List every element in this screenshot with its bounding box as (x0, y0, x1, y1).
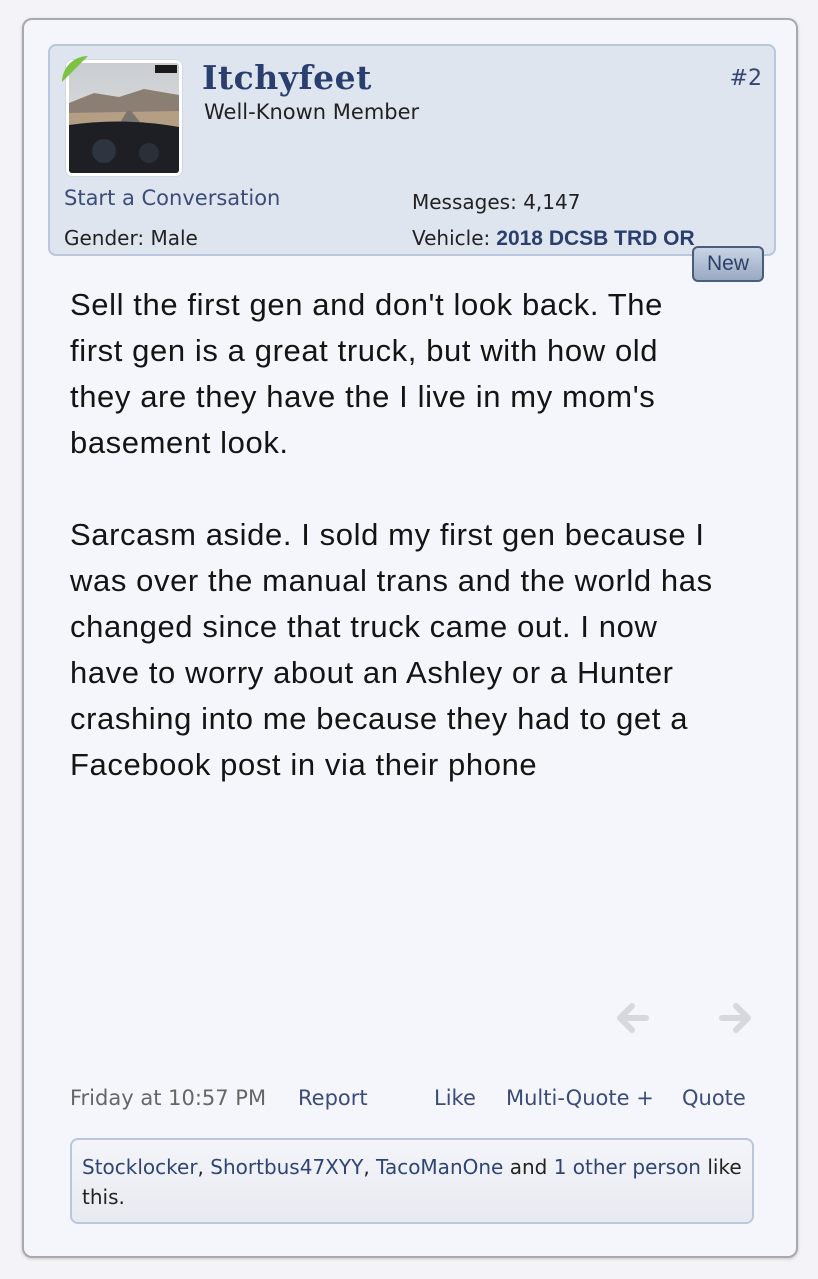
likes-summary: Stocklocker, Shortbus47XYY, TacoManOne a… (70, 1138, 754, 1224)
avatar-image (69, 63, 179, 173)
post-date[interactable]: Friday at 10:57 PM (70, 1086, 266, 1110)
other-likers-link[interactable]: 1 other (554, 1155, 626, 1179)
post-paragraph: Sell the first gen and don't look back. … (70, 287, 663, 460)
gender-label: Gender: (64, 226, 145, 250)
gender-value: Male (150, 226, 198, 250)
report-link[interactable]: Report (298, 1086, 368, 1110)
vehicle-value: 2018 DCSB TRD OR (496, 227, 695, 250)
messages-value: 4,147 (523, 190, 581, 214)
messages-label: Messages: (412, 190, 517, 214)
like-link[interactable]: Like (434, 1086, 476, 1110)
user-title: Well-Known Member (204, 100, 420, 124)
liker-link[interactable]: TacoManOne (376, 1155, 503, 1179)
username[interactable]: Itchyfeet (202, 58, 372, 97)
vehicle-field: Vehicle: 2018 DCSB TRD OR (412, 226, 695, 251)
liker-link[interactable]: Shortbus47XYY (210, 1155, 363, 1179)
arrow-right-icon[interactable] (716, 998, 756, 1038)
new-badge: New (692, 246, 764, 282)
vehicle-label: Vehicle: (412, 226, 491, 250)
liker-link[interactable]: Stocklocker (82, 1155, 198, 1179)
likes-and-text: and (503, 1155, 554, 1179)
arrow-left-icon[interactable] (612, 998, 652, 1038)
start-conversation-link[interactable]: Start a Conversation (64, 186, 280, 210)
multi-quote-link[interactable]: Multi-Quote + (506, 1086, 654, 1110)
other-likers-person-link[interactable]: person (632, 1155, 701, 1179)
quote-link[interactable]: Quote (682, 1086, 746, 1110)
post-card: Itchyfeet Well-Known Member #2 Start a C… (22, 18, 798, 1258)
post-paragraph: Sarcasm aside. I sold my first gen becau… (70, 517, 713, 782)
user-info-box: Itchyfeet Well-Known Member #2 Start a C… (48, 44, 776, 256)
avatar[interactable] (66, 60, 182, 176)
gender-field: Gender: Male (64, 226, 198, 250)
likes-separator: , (363, 1155, 377, 1179)
messages-field: Messages: 4,147 (412, 190, 580, 214)
likes-separator: , (197, 1155, 211, 1179)
post-message: Sell the first gen and don't look back. … (70, 282, 720, 834)
post-number-link[interactable]: #2 (730, 66, 762, 91)
